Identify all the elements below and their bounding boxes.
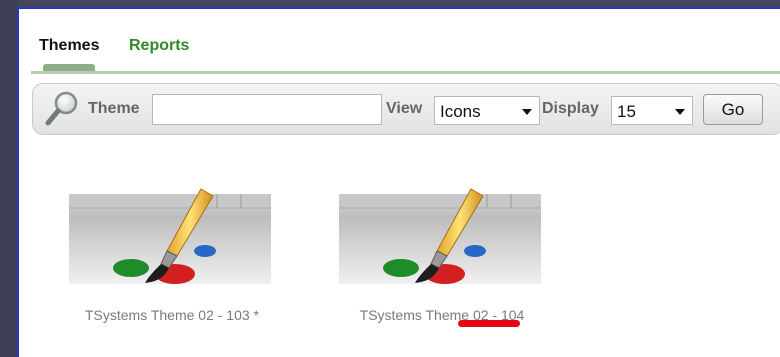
theme-item[interactable]: TSystems Theme 02 - 103 *: [57, 169, 287, 339]
display-select[interactable]: 15: [611, 96, 693, 125]
chevron-down-icon: [675, 109, 685, 115]
search-bar: Theme View Icons Display 15 Go: [32, 83, 780, 135]
tab-reports[interactable]: Reports: [129, 37, 189, 55]
tab-divider: [31, 71, 780, 74]
theme-label: Theme: [88, 100, 140, 117]
view-select-value: Icons: [440, 102, 481, 121]
highlight-underline: [458, 320, 520, 327]
desktop-background-left: [0, 0, 17, 357]
theme-search-input[interactable]: [152, 94, 382, 125]
view-label: View: [386, 100, 423, 117]
magnifier-icon: [45, 91, 78, 126]
display-select-value: 15: [617, 102, 636, 121]
view-select[interactable]: Icons: [434, 96, 540, 125]
display-label: Display: [542, 100, 599, 117]
go-button[interactable]: Go: [703, 94, 763, 125]
themes-panel: Themes Reports Theme View Icons Display …: [17, 7, 780, 357]
theme-palette-icon: [339, 188, 541, 284]
theme-item[interactable]: TSystems Theme 02 - 104: [327, 169, 557, 339]
tab-themes[interactable]: Themes: [39, 37, 99, 55]
theme-caption[interactable]: TSystems Theme 02 - 103 *: [57, 307, 287, 323]
theme-palette-icon: [69, 188, 271, 284]
theme-caption[interactable]: TSystems Theme 02 - 104: [327, 307, 557, 323]
active-tab-indicator: [43, 64, 95, 71]
chevron-down-icon: [522, 109, 532, 115]
